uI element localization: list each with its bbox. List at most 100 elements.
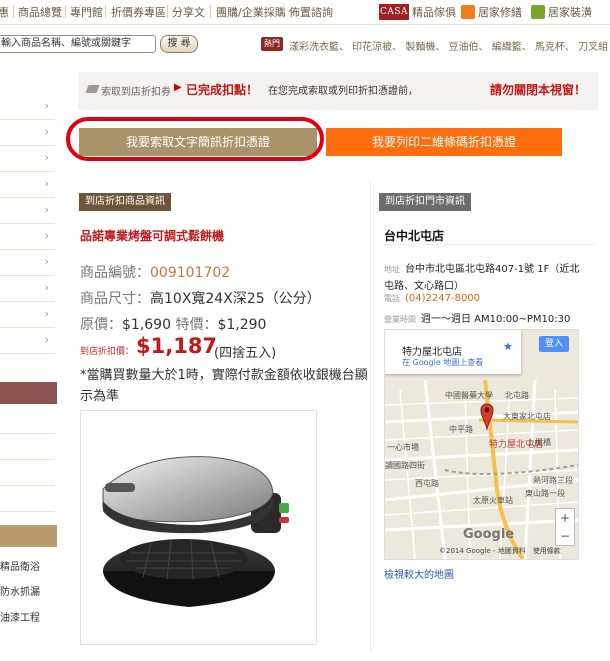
hot-keywords[interactable]: 漾彩洗衣籃、 印花涼被、 製麵機、 豆油伯、 編織籃、 馬克杯、 刀叉組 <box>289 38 608 53</box>
special-price-label: 特價： <box>175 317 218 333</box>
view-on-google-link[interactable]: 在 Google 地圖上查看 <box>402 357 483 368</box>
orig-price-value: $1,690 <box>122 317 171 333</box>
nav-item-consult[interactable]: 佈置諮詢 <box>289 4 333 20</box>
sidebar-item[interactable]: › <box>0 146 55 172</box>
map-label: 讀國路四街 <box>385 461 425 470</box>
hours-label: 營業時間 <box>384 315 416 324</box>
nav-casa-label: 精品傢俱 <box>412 6 456 19</box>
map-label: 北屯路 <box>505 391 529 400</box>
sidebar-item[interactable]: › <box>0 94 55 120</box>
quantity-disclaimer: *當購買數量大於1時，實際付款金額依收銀機台顯示為準 <box>80 368 368 404</box>
sidebar-item[interactable]: › <box>0 198 55 224</box>
hours-value: 週一～週日 AM10:00~PM10:30 <box>421 314 571 325</box>
chevron-right-icon: › <box>44 281 49 294</box>
sidebar-item[interactable]: › <box>0 250 55 276</box>
product-code-value: 009101702 <box>150 265 231 281</box>
nav-item-group-buy[interactable]: 團購/企業採購 <box>216 4 286 20</box>
step-label: 索取到店折扣券 <box>101 87 171 98</box>
casa-logo-icon: CASA <box>379 4 409 20</box>
chevron-right-icon: › <box>44 255 49 268</box>
google-logo: Google <box>463 527 515 542</box>
product-image <box>80 410 317 645</box>
map-label: 熱河路三段 <box>533 476 573 485</box>
decor-icon <box>531 5 545 19</box>
chevron-right-icon: › <box>44 333 49 346</box>
nav-decor-label: 居家裝潢 <box>548 6 592 19</box>
sidebar: › › › › › › › › › › 精品衛浴 防水抓漏 油漆工程 <box>0 72 57 661</box>
nav-casa-furniture[interactable]: CASA 精品傢俱 <box>379 2 456 22</box>
search-bar: 輸入商品名稱、編號或關鍵字 搜 尋 熱門 漾彩洗衣籃、 印花涼被、 製麵機、 豆… <box>0 32 610 56</box>
zoom-out-button[interactable]: − <box>556 527 574 545</box>
store-hours-row: 營業時間 週一～週日 AM10:00~PM10:30 <box>384 310 570 325</box>
product-size-label: 商品尺寸： <box>80 291 150 307</box>
chevron-right-icon: › <box>44 177 49 190</box>
chevron-right-icon: › <box>44 99 49 112</box>
sidebar-item[interactable]: › <box>0 120 55 146</box>
arrow-right-icon: ▶ <box>174 82 182 93</box>
star-icon[interactable]: ★ <box>503 340 513 353</box>
sidebar-item[interactable]: › <box>0 224 55 250</box>
sidebar-item-waterproof[interactable]: 防水抓漏 <box>0 583 40 598</box>
search-button[interactable]: 搜 尋 <box>160 35 198 53</box>
discount-price-label: 到店折扣價： <box>80 347 135 357</box>
warning-text: 請勿關閉本視窗！ <box>490 83 587 97</box>
map-label: 一心市場 <box>387 443 419 452</box>
nav-item-coupons[interactable]: 折價券專區 <box>111 4 166 20</box>
nav-item-products[interactable]: 商品總覽 <box>18 4 62 20</box>
hot-badge: 熱門 <box>261 37 283 51</box>
nav-item-articles[interactable]: 分享文 <box>172 4 205 20</box>
sidebar-item-bath[interactable]: 精品衛浴 <box>0 558 40 573</box>
discount-price-value: $1,187 <box>136 334 218 358</box>
map-pin-label: 特力屋北屯店 <box>489 440 544 450</box>
sidebar-item[interactable]: › <box>0 328 55 354</box>
sidebar-item[interactable]: › <box>0 172 55 198</box>
phone-label: 電話 <box>384 294 400 303</box>
search-input[interactable]: 輸入商品名稱、編號或關鍵字 <box>0 35 156 53</box>
sidebar-item[interactable] <box>0 408 55 434</box>
chevron-right-icon: › <box>44 307 49 320</box>
product-price-row: 原價：$1,690 特價：$1,290 <box>80 314 266 334</box>
store-address-row-2: 屯路、文心路口） <box>384 277 464 292</box>
zoom-in-button[interactable]: + <box>556 509 574 527</box>
nav-home-decor[interactable]: 居家裝潢 <box>531 2 592 22</box>
chevron-right-icon: › <box>44 125 49 138</box>
map-attribution: ©2014 Google - 地圖資料 使用條款 <box>439 547 561 555</box>
store-map[interactable]: 大東家北屯店 中平路 上楓橋 讀國路四街 西屯路 熱河路三段 東山路一段 太原火… <box>384 329 579 560</box>
phone-value[interactable]: (04)2247-8000 <box>405 293 480 304</box>
nav-divider <box>65 5 66 18</box>
nav-home-repair[interactable]: 居家修繕 <box>461 2 522 22</box>
nav-divider <box>13 5 14 18</box>
larger-map-link[interactable]: 檢視較大的地圖 <box>384 566 454 581</box>
text-voucher-button[interactable]: 我要索取文字簡訊折扣憑證 <box>79 128 317 156</box>
address-value-2: 屯路、文心路口） <box>384 281 464 292</box>
status-note: 在您完成索取或列印折扣憑證前， <box>268 86 418 97</box>
chevron-right-icon: › <box>44 229 49 242</box>
orig-price-label: 原價： <box>80 317 122 333</box>
store-address-row: 地址 台中市北屯區北屯路407-1號 1F（近北 <box>384 260 579 275</box>
sidebar-item[interactable]: › <box>0 302 55 328</box>
sidebar-item[interactable] <box>0 486 55 512</box>
product-name: 品諾專業烤盤可調式鬆餅機 <box>80 229 225 243</box>
sidebar-item[interactable] <box>0 434 55 460</box>
nav-item-specialty[interactable]: 專門館 <box>70 4 103 20</box>
sidebar-item-painting[interactable]: 油漆工程 <box>0 609 40 624</box>
sidebar-item[interactable]: › <box>0 276 55 302</box>
nav-item[interactable]: 惠 <box>0 4 9 20</box>
nav-divider <box>105 5 106 18</box>
map-label: 中平路 <box>449 425 473 434</box>
map-label: 西屯路 <box>415 479 439 488</box>
sidebar-item[interactable] <box>0 460 55 486</box>
barcode-voucher-button[interactable]: 我要列印二維條碼折扣憑證 <box>326 128 562 156</box>
product-size-row: 商品尺寸：高10X寬24X深25（公分） <box>80 288 321 308</box>
sidebar-section-header <box>0 525 57 547</box>
nav-divider <box>167 5 168 18</box>
map-info-card: 特力屋北屯店 在 Google 地圖上查看 ★ <box>385 330 521 374</box>
map-login-button[interactable]: 登入 <box>539 336 569 352</box>
map-zoom-control: + − <box>555 508 575 546</box>
nav-divider <box>210 5 211 18</box>
status-banner: 索取到店折扣券 ▶ 已完成扣點！ 在您完成索取或列印折扣憑證前， 請勿關閉本視窗… <box>78 72 598 110</box>
address-value: 台中市北屯區北屯路407-1號 1F（近北 <box>405 264 580 275</box>
product-size-value: 高10X寬24X深25（公分） <box>150 291 321 307</box>
repair-icon <box>461 5 475 19</box>
map-card-name: 特力屋北屯店 <box>402 347 462 358</box>
